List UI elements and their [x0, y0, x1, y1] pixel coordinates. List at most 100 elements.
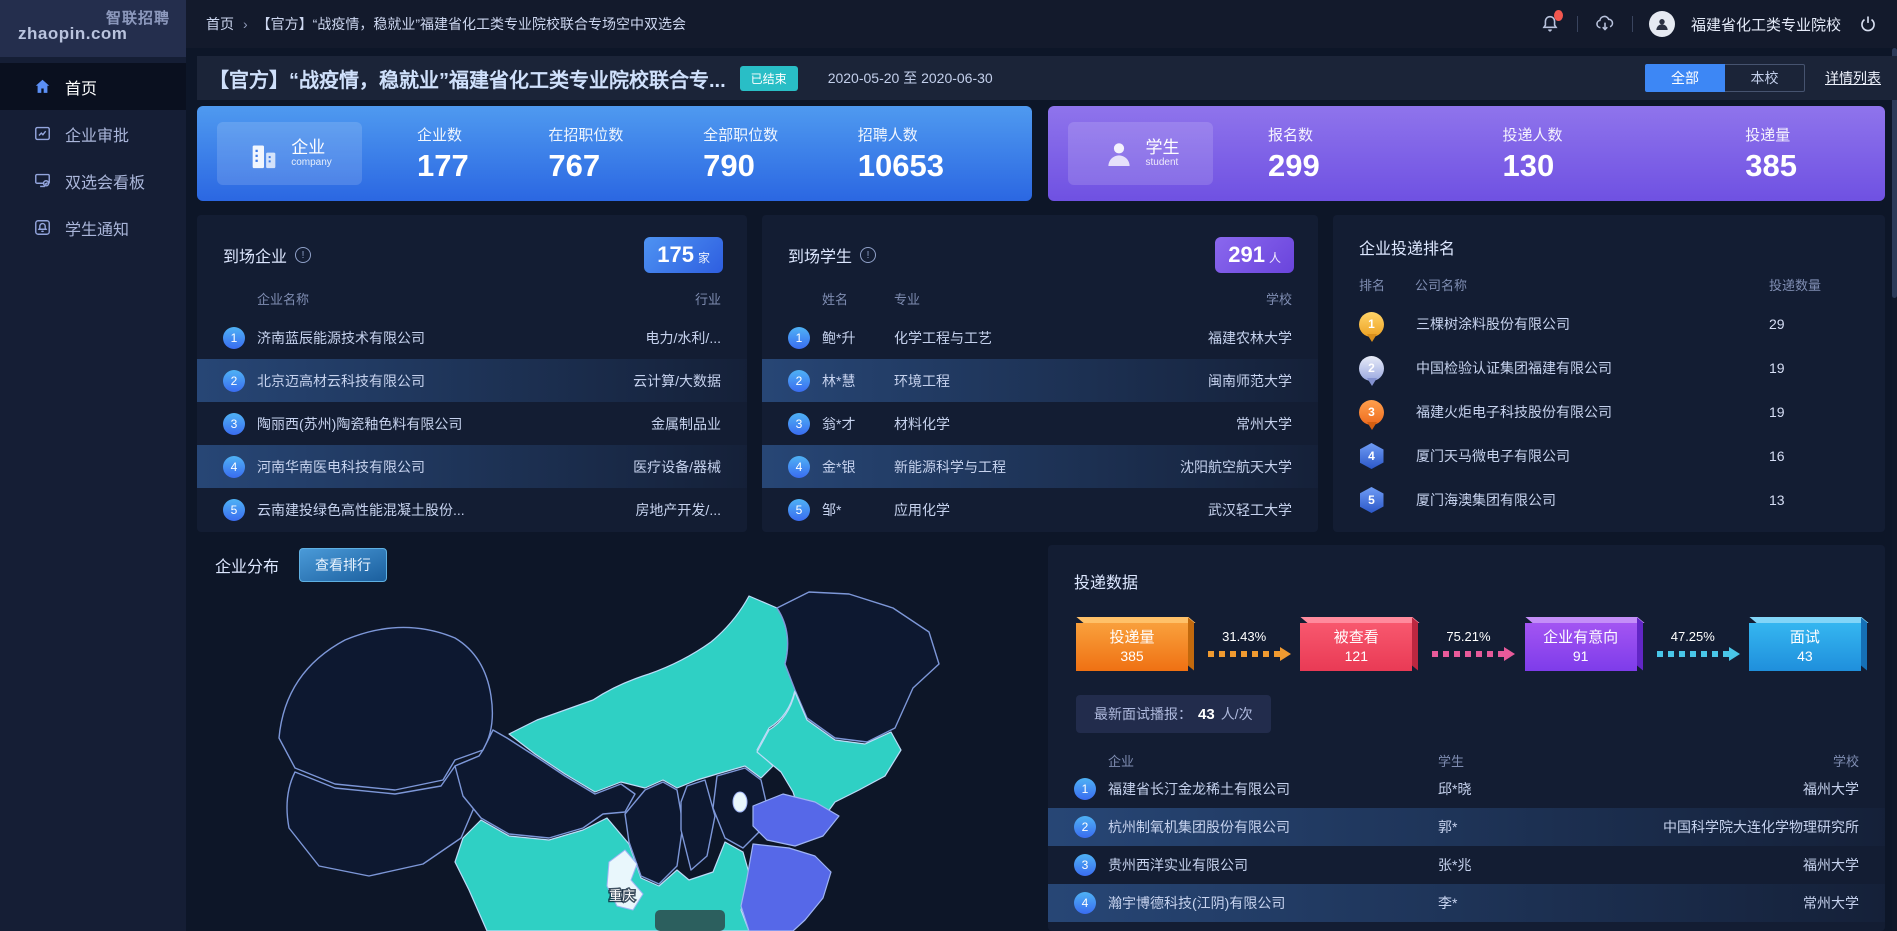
distribution-title: 企业分布 [215, 553, 279, 577]
table-row[interactable]: 3 福建火炬电子科技股份有限公司 19 [1333, 390, 1885, 434]
notification-dot [1554, 10, 1563, 21]
breadcrumb-home[interactable]: 首页 [206, 14, 234, 34]
rank-badge: 2 [223, 370, 245, 392]
rank-badge: 1 [223, 327, 245, 349]
panel-title: 企业投递排名 [1359, 235, 1455, 259]
student-icon-tile: 学生 student [1068, 122, 1213, 185]
company-count-badge: 175 家 [644, 237, 723, 273]
rank-badge: 4 [223, 456, 245, 478]
rank-badge: 2 [788, 370, 810, 392]
company-distribution-map[interactable]: 重庆 [197, 580, 1042, 931]
table-row[interactable]: 2 林*慧 环境工程 闽南师范大学 [762, 359, 1318, 402]
table-row[interactable]: 2 北京迈高材云科技有限公司 云计算/大数据 [197, 359, 747, 402]
power-icon[interactable] [1857, 13, 1879, 35]
notification-bell-icon[interactable] [1539, 13, 1561, 35]
sidebar-item-company-approval[interactable]: 企业审批 [0, 110, 186, 157]
sidebar: 智联招聘 zhaopin.com 首页 企业审批 双选会看板 学生通知 [0, 0, 186, 931]
stat-total-positions: 全部职位数 790 [703, 124, 778, 184]
china-map[interactable]: 重庆 [197, 580, 1042, 931]
funnel-step-interested: 企业有意向 91 [1525, 623, 1637, 671]
event-title: 【官方】“战疫情，稳就业”福建省化工类专业院校联合专... [209, 64, 726, 93]
detail-list-link[interactable]: 详情列表 [1825, 68, 1881, 88]
table-row[interactable]: 1 三棵树涂料股份有限公司 29 [1333, 302, 1885, 346]
sidebar-item-label: 首页 [65, 75, 97, 99]
delivery-funnel: 投递量 385 31.43% 被查看 121 75.21% 企业有意向 91 4… [1076, 623, 1861, 671]
toggle-all-button[interactable]: 全部 [1645, 64, 1725, 92]
divider [1632, 16, 1633, 32]
info-icon[interactable] [860, 247, 876, 263]
rank-gem-icon: 5 [1360, 487, 1384, 513]
sidebar-item-fair-board[interactable]: 双选会看板 [0, 157, 186, 204]
panel-title: 到场学生 [788, 243, 852, 267]
map-region-shanxi[interactable] [681, 780, 715, 870]
zhaopin-logo[interactable]: 智联招聘 zhaopin.com [0, 0, 186, 57]
distribution-header: 企业分布 查看排行 [215, 548, 387, 582]
sidebar-item-student-notice[interactable]: 学生通知 [0, 204, 186, 251]
map-region-jiangsu-zhejiang[interactable] [741, 844, 831, 931]
funnel-step-interview: 面试 43 [1749, 623, 1861, 671]
table-row[interactable]: 5 厦门海澳集团有限公司 13 [1333, 478, 1885, 522]
user-avatar[interactable] [1649, 11, 1675, 37]
table-row[interactable]: 4 厦门天马微电子有限公司 16 [1333, 434, 1885, 478]
map-region-inner-mongolia[interactable] [509, 596, 795, 792]
card-label: 企业 [291, 139, 332, 158]
rank-badge: 3 [788, 413, 810, 435]
rank-badge: 5 [223, 499, 245, 521]
breadcrumb-separator: › [243, 16, 248, 32]
table-row[interactable]: 1 鲍*升 化学工程与工艺 福建农林大学 [762, 316, 1318, 359]
event-date-range: 2020-05-20 至 2020-06-30 [828, 68, 993, 88]
table-header: 企业名称 行业 [197, 289, 747, 308]
view-ranking-button[interactable]: 查看排行 [299, 548, 387, 582]
rank-gem-icon: 4 [1360, 443, 1384, 469]
event-header: 【官方】“战疫情，稳就业”福建省化工类专业院校联合专... 已结束 2020-0… [197, 56, 1897, 100]
silver-medal-icon: 2 [1359, 356, 1384, 381]
funnel-rate: 31.43% [1208, 629, 1280, 657]
sidebar-item-home[interactable]: 首页 [0, 63, 186, 110]
table-header: 排名 公司名称 投递数量 [1333, 275, 1885, 294]
table-row[interactable]: 2 中国检验认证集团福建有限公司 19 [1333, 346, 1885, 390]
username[interactable]: 福建省化工类专业院校 [1691, 14, 1841, 35]
divider [1577, 16, 1578, 32]
table-row[interactable]: 1 济南蓝辰能源技术有限公司 电力/水利/... [197, 316, 747, 359]
interview-broadcast: 最新面试播报： 43 人/次 [1076, 695, 1271, 733]
map-region-beijing[interactable] [733, 792, 747, 812]
toggle-school-button[interactable]: 本校 [1725, 64, 1805, 92]
panel-title: 投递数据 [1074, 569, 1138, 593]
stat-signup-count: 报名数 299 [1268, 124, 1320, 184]
table-row[interactable]: 3 翁*才 材料化学 常州大学 [762, 402, 1318, 445]
table-header: 企业 学生 学校 [1048, 751, 1885, 770]
table-row[interactable]: 5 云南建投绿色高性能混凝土股份... 房地产开发/... [197, 488, 747, 531]
header-controls: 全部 本校 详情列表 [1645, 64, 1881, 92]
table-row[interactable]: 3 贵州西洋实业有限公司 张*兆 福州大学 [1048, 846, 1885, 884]
status-badge: 已结束 [740, 66, 798, 91]
table-row[interactable]: 5 邹* 应用化学 武汉轻工大学 [762, 488, 1318, 531]
table-row[interactable]: 3 陶丽西(苏州)陶瓷釉色料有限公司 金属制品业 [197, 402, 747, 445]
student-rows: 1 鲍*升 化学工程与工艺 福建农林大学 2 林*慧 环境工程 闽南师范大学 3… [762, 316, 1318, 531]
sidebar-nav: 首页 企业审批 双选会看板 学生通知 [0, 63, 186, 251]
rank-badge: 4 [788, 456, 810, 478]
dashboard-app: 智联招聘 zhaopin.com 首页 企业审批 双选会看板 学生通知 [0, 0, 1897, 931]
info-icon[interactable] [295, 247, 311, 263]
table-row[interactable]: 2 杭州制氧机集团股份有限公司 郭* 中国科学院大连化学物理研究所 [1048, 808, 1885, 846]
company-stat-columns: 企业数 177 在招职位数 767 全部职位数 790 招聘人数 10653 [362, 124, 1004, 184]
table-header: 姓名 专业 学校 [762, 289, 1318, 308]
table-row[interactable]: 4 金*银 新能源科学与工程 沈阳航空航天大学 [762, 445, 1318, 488]
sidebar-item-label: 企业审批 [65, 122, 129, 146]
page-scrollbar[interactable] [1892, 48, 1897, 931]
interview-rows: 1 福建省长汀金龙稀土有限公司 邱*晓 福州大学 2 杭州制氧机集团股份有限公司… [1048, 770, 1885, 922]
sidebar-item-label: 双选会看板 [65, 169, 145, 193]
stat-open-positions: 在招职位数 767 [548, 124, 623, 184]
company-stats-card: 企业 company 企业数 177 在招职位数 767 全部职位数 790 招… [197, 106, 1032, 201]
panel-title: 到场企业 [223, 243, 287, 267]
student-stat-columns: 报名数 299 投递人数 130 投递量 385 [1213, 124, 1857, 184]
cloud-download-icon[interactable] [1594, 13, 1616, 35]
table-row[interactable]: 4 河南华南医电科技有限公司 医疗设备/器械 [197, 445, 747, 488]
stat-hiring-headcount: 招聘人数 10653 [858, 124, 944, 184]
table-row[interactable]: 1 福建省长汀金龙稀土有限公司 邱*晓 福州大学 [1048, 770, 1885, 808]
rank-badge: 1 [1074, 778, 1096, 800]
rank-badge: 3 [1074, 854, 1096, 876]
table-row[interactable]: 4 瀚宇博德科技(江阴)有限公司 李* 常州大学 [1048, 884, 1885, 922]
approval-chart-icon [33, 124, 52, 143]
breadcrumb-current: 【官方】“战疫情，稳就业”福建省化工类专业院校联合专场空中双选会 [257, 14, 686, 34]
funnel-step-applications: 投递量 385 [1076, 623, 1188, 671]
